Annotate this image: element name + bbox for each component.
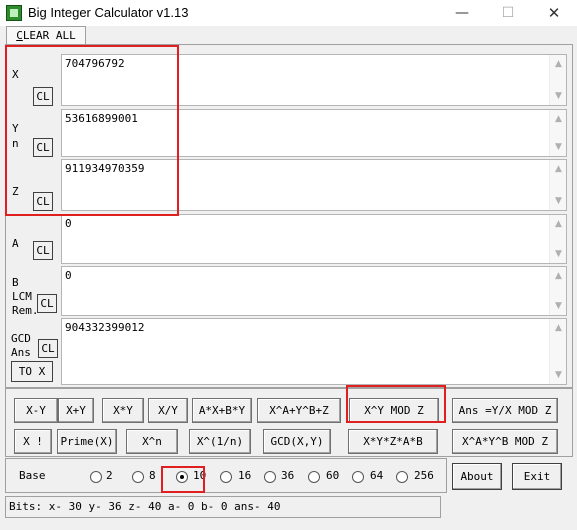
- x-clear-button[interactable]: CL: [33, 87, 53, 106]
- b-value: 0: [65, 269, 72, 282]
- clear-all-button[interactable]: CLEAR ALL: [6, 26, 86, 45]
- a-input[interactable]: 0 ▲ ▼: [61, 214, 567, 264]
- x-minus-y-button[interactable]: X-Y: [14, 398, 58, 423]
- ans-scrollbar[interactable]: ▲ ▼: [549, 319, 566, 384]
- ans-output[interactable]: 904332399012 ▲ ▼: [61, 318, 567, 385]
- x-root-n-button[interactable]: X^(1/n): [189, 429, 251, 454]
- scroll-down-icon[interactable]: ▼: [550, 247, 567, 261]
- x-div-y-button[interactable]: X/Y: [148, 398, 188, 423]
- to-x-button[interactable]: TO X: [11, 361, 53, 382]
- base-10-label: 10: [193, 469, 207, 482]
- scroll-down-icon[interactable]: ▼: [550, 299, 567, 313]
- scroll-up-icon[interactable]: ▲: [550, 321, 567, 335]
- base-36-radio[interactable]: [264, 471, 276, 483]
- base-64-label: 64: [370, 469, 384, 482]
- y-scrollbar[interactable]: ▲ ▼: [549, 110, 566, 156]
- scroll-down-icon[interactable]: ▼: [550, 89, 567, 103]
- x-value: 704796792: [65, 57, 125, 70]
- base-64-radio[interactable]: [352, 471, 364, 483]
- z-input[interactable]: 911934970359 ▲ ▼: [61, 159, 567, 211]
- window-title: Big Integer Calculator v1.13: [28, 5, 189, 20]
- base-label: Base: [19, 469, 46, 482]
- base-60-radio[interactable]: [308, 471, 320, 483]
- base-8-radio[interactable]: [132, 471, 144, 483]
- app-icon: [6, 5, 22, 21]
- base-2-radio[interactable]: [90, 471, 102, 483]
- exit-button[interactable]: Exit: [512, 463, 562, 490]
- x-input[interactable]: 704796792 ▲ ▼: [61, 54, 567, 106]
- b-input[interactable]: 0 ▲ ▼: [61, 266, 567, 316]
- x-times-y-button[interactable]: X*Y: [102, 398, 144, 423]
- base-36-label: 36: [281, 469, 295, 482]
- y-label-n: n: [12, 137, 19, 150]
- y-clear-button[interactable]: CL: [33, 138, 53, 157]
- x-factorial-button[interactable]: X !: [14, 429, 52, 454]
- b-label: B: [12, 276, 19, 289]
- gcd-label: GCD: [11, 332, 31, 345]
- base-256-radio[interactable]: [396, 471, 408, 483]
- gcd-button[interactable]: GCD(X,Y): [263, 429, 331, 454]
- scroll-up-icon[interactable]: ▲: [550, 57, 567, 71]
- base-256-label: 256: [414, 469, 434, 482]
- z-label: Z: [12, 185, 19, 198]
- xa-yb-z-button[interactable]: X^A+Y^B+Z: [257, 398, 341, 423]
- base-60-label: 60: [326, 469, 340, 482]
- z-clear-button[interactable]: CL: [33, 192, 53, 211]
- xyzab-button[interactable]: X*Y*Z*A*B: [348, 429, 438, 454]
- status-bar: Bits: x- 30 y- 36 z- 40 a- 0 b- 0 ans- 4…: [5, 496, 441, 518]
- a-label: A: [12, 237, 19, 250]
- minimize-button[interactable]: —: [439, 0, 485, 26]
- y-label: Y: [12, 122, 19, 135]
- a-clear-button[interactable]: CL: [33, 241, 53, 260]
- ans-label: Ans: [11, 346, 31, 359]
- a-value: 0: [65, 217, 72, 230]
- operations-panel: X-Y X+Y X*Y X/Y A*X+B*Y X^A+Y^B+Z X^Y MO…: [5, 388, 573, 457]
- base-8-label: 8: [149, 469, 156, 482]
- x-label: X: [12, 68, 19, 81]
- base-10-radio[interactable]: [176, 471, 188, 483]
- a-scrollbar[interactable]: ▲ ▼: [549, 215, 566, 263]
- input-panel: X CL 704796792 ▲ ▼ Y n CL 53616899001 ▲ …: [5, 44, 573, 388]
- x-plus-y-button[interactable]: X+Y: [58, 398, 94, 423]
- base-16-label: 16: [238, 469, 252, 482]
- scroll-up-icon[interactable]: ▲: [550, 162, 567, 176]
- xy-mod-z-button[interactable]: X^Y MOD Z: [349, 398, 439, 423]
- ans-clear-button[interactable]: CL: [38, 339, 58, 358]
- x-scrollbar[interactable]: ▲ ▼: [549, 55, 566, 105]
- y-input[interactable]: 53616899001 ▲ ▼: [61, 109, 567, 157]
- ans-value: 904332399012: [65, 321, 145, 334]
- close-button[interactable]: ✕: [531, 0, 577, 26]
- scroll-up-icon[interactable]: ▲: [550, 112, 567, 126]
- clear-all-mnemonic: C: [16, 29, 23, 42]
- xa-yb-mod-z-button[interactable]: X^A*Y^B MOD Z: [452, 429, 558, 454]
- about-button[interactable]: About: [452, 463, 502, 490]
- title-bar: Big Integer Calculator v1.13 — ☐ ✕: [0, 0, 577, 26]
- x-pow-n-button[interactable]: X^n: [126, 429, 178, 454]
- b-clear-button[interactable]: CL: [37, 294, 57, 313]
- maximize-button[interactable]: ☐: [485, 0, 531, 26]
- scroll-down-icon[interactable]: ▼: [550, 368, 567, 382]
- ans-mod-z-button[interactable]: Ans =Y/X MOD Z: [452, 398, 558, 423]
- scroll-up-icon[interactable]: ▲: [550, 217, 567, 231]
- y-value: 53616899001: [65, 112, 138, 125]
- scroll-down-icon[interactable]: ▼: [550, 140, 567, 154]
- scroll-down-icon[interactable]: ▼: [550, 194, 567, 208]
- rem-label: Rem.: [12, 304, 39, 317]
- prime-button[interactable]: Prime(X): [57, 429, 117, 454]
- z-value: 911934970359: [65, 162, 145, 175]
- b-scrollbar[interactable]: ▲ ▼: [549, 267, 566, 315]
- clear-all-label: LEAR ALL: [22, 29, 76, 42]
- lcm-label: LCM: [12, 290, 32, 303]
- base-16-radio[interactable]: [220, 471, 232, 483]
- base-2-label: 2: [106, 469, 113, 482]
- axby-button[interactable]: A*X+B*Y: [192, 398, 252, 423]
- scroll-up-icon[interactable]: ▲: [550, 269, 567, 283]
- base-group: Base 2 8 10 16 36 60 64 256: [5, 458, 447, 493]
- z-scrollbar[interactable]: ▲ ▼: [549, 160, 566, 210]
